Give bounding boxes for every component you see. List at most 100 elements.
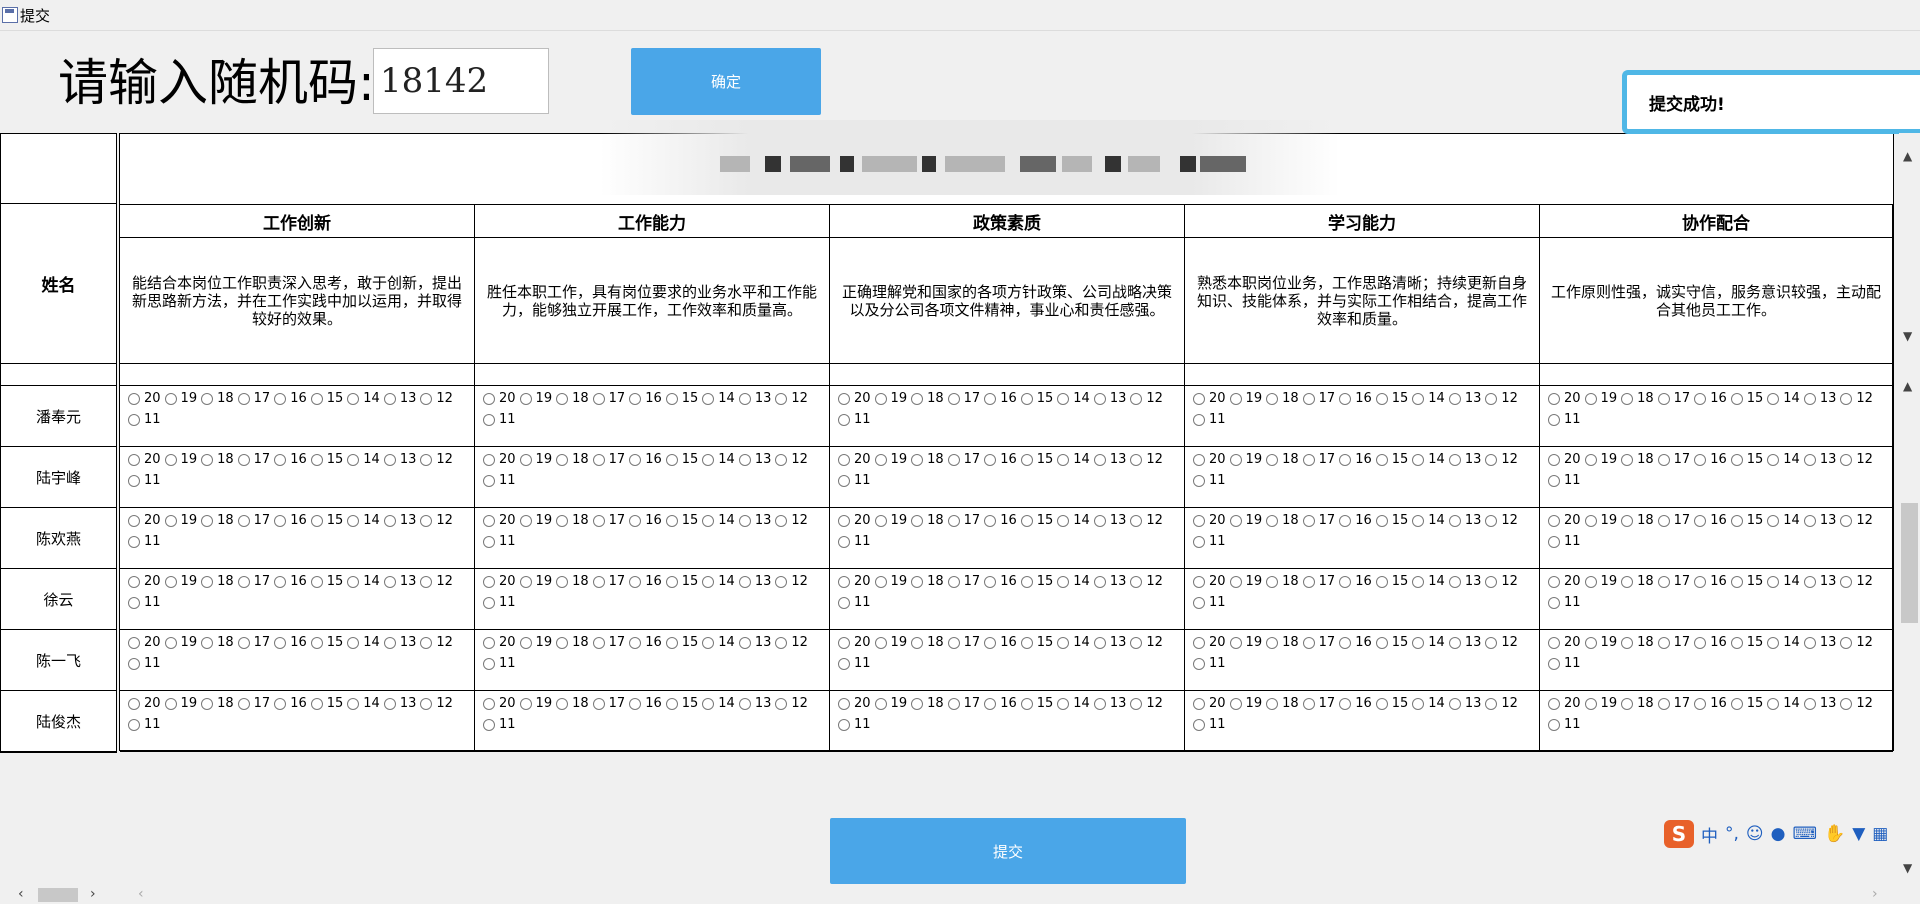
score-radio[interactable] [702,454,715,466]
score-radio[interactable] [1093,698,1106,710]
score-option[interactable]: 16 [1694,390,1727,408]
score-radio[interactable] [1767,393,1780,405]
score-radio[interactable] [1730,698,1743,710]
score-radio[interactable] [629,698,642,710]
score-option[interactable]: 19 [519,451,552,469]
score-radio[interactable] [1730,393,1743,405]
score-radio[interactable] [984,576,997,588]
score-option[interactable]: 20 [128,390,161,408]
score-option[interactable]: 11 [483,716,516,734]
score-option[interactable]: 17 [237,390,270,408]
score-radio[interactable] [164,393,177,405]
score-option[interactable]: 15 [665,695,698,713]
score-radio[interactable] [1093,637,1106,649]
score-option[interactable]: 15 [665,634,698,652]
score-radio[interactable] [1694,393,1707,405]
score-option[interactable]: 12 [1485,390,1518,408]
score-radio[interactable] [1621,637,1634,649]
score-radio[interactable] [383,576,396,588]
score-radio[interactable] [592,515,605,527]
score-radio[interactable] [1657,454,1670,466]
score-option[interactable]: 17 [592,451,625,469]
score-option[interactable]: 14 [1767,390,1800,408]
score-radio[interactable] [838,475,850,487]
score-radio[interactable] [128,597,140,609]
score-option[interactable]: 14 [1412,634,1445,652]
score-radio[interactable] [483,536,495,548]
score-option[interactable]: 20 [838,695,871,713]
score-option[interactable]: 14 [702,573,735,591]
score-option[interactable]: 13 [1803,695,1836,713]
score-radio[interactable] [838,536,850,548]
score-radio[interactable] [383,454,396,466]
score-radio[interactable] [947,454,960,466]
score-radio[interactable] [1548,454,1560,466]
score-option[interactable]: 17 [1657,634,1690,652]
score-option[interactable]: 13 [383,390,416,408]
score-radio[interactable] [1657,515,1670,527]
score-option[interactable]: 17 [947,634,980,652]
score-radio[interactable] [483,515,495,527]
score-radio[interactable] [1657,576,1670,588]
score-option[interactable]: 14 [702,390,735,408]
score-option[interactable]: 15 [1020,512,1053,530]
score-radio[interactable] [702,637,715,649]
score-option[interactable]: 16 [274,390,307,408]
score-option[interactable]: 14 [347,390,380,408]
score-radio[interactable] [775,454,788,466]
score-option[interactable]: 16 [629,695,662,713]
score-option[interactable]: 12 [1840,512,1873,530]
emoji-icon[interactable]: ☺ [1746,824,1764,844]
score-radio[interactable] [383,393,396,405]
score-option[interactable]: 12 [1485,573,1518,591]
score-radio[interactable] [984,393,997,405]
score-option[interactable]: 17 [947,390,980,408]
score-radio[interactable] [1412,576,1425,588]
score-radio[interactable] [984,698,997,710]
score-option[interactable]: 19 [1229,634,1262,652]
score-radio[interactable] [347,454,360,466]
score-radio[interactable] [1448,393,1461,405]
score-radio[interactable] [1020,576,1033,588]
score-option[interactable]: 12 [1840,573,1873,591]
toolbox-icon[interactable]: ▦ [1872,824,1888,844]
score-radio[interactable] [1548,597,1560,609]
score-option[interactable]: 17 [947,695,980,713]
score-option[interactable]: 15 [1020,573,1053,591]
score-radio[interactable] [1412,698,1425,710]
score-radio[interactable] [1412,454,1425,466]
score-option[interactable]: 13 [738,634,771,652]
score-option[interactable]: 16 [629,512,662,530]
score-radio[interactable] [128,515,140,527]
score-radio[interactable] [911,393,924,405]
score-option[interactable]: 13 [383,634,416,652]
score-radio[interactable] [310,454,323,466]
score-radio[interactable] [420,515,433,527]
score-option[interactable]: 14 [1057,634,1090,652]
score-option[interactable]: 12 [775,695,808,713]
score-radio[interactable] [838,515,850,527]
score-option[interactable]: 20 [1548,390,1581,408]
score-option[interactable]: 17 [947,451,980,469]
score-radio[interactable] [1584,698,1597,710]
score-radio[interactable] [1057,637,1070,649]
score-radio[interactable] [874,454,887,466]
score-option[interactable]: 18 [911,451,944,469]
score-option[interactable]: 15 [1020,451,1053,469]
score-option[interactable]: 17 [1302,512,1335,530]
score-option[interactable]: 19 [1584,390,1617,408]
score-radio[interactable] [1657,698,1670,710]
score-option[interactable]: 18 [1621,390,1654,408]
score-option[interactable]: 16 [1339,390,1372,408]
score-option[interactable]: 18 [556,573,589,591]
score-radio[interactable] [1767,637,1780,649]
score-option[interactable]: 16 [1694,634,1727,652]
score-radio[interactable] [1548,536,1560,548]
score-radio[interactable] [274,637,287,649]
score-option[interactable]: 19 [164,512,197,530]
score-option[interactable]: 13 [383,451,416,469]
score-radio[interactable] [128,475,140,487]
score-radio[interactable] [1584,637,1597,649]
score-option[interactable]: 12 [420,512,453,530]
score-radio[interactable] [483,597,495,609]
